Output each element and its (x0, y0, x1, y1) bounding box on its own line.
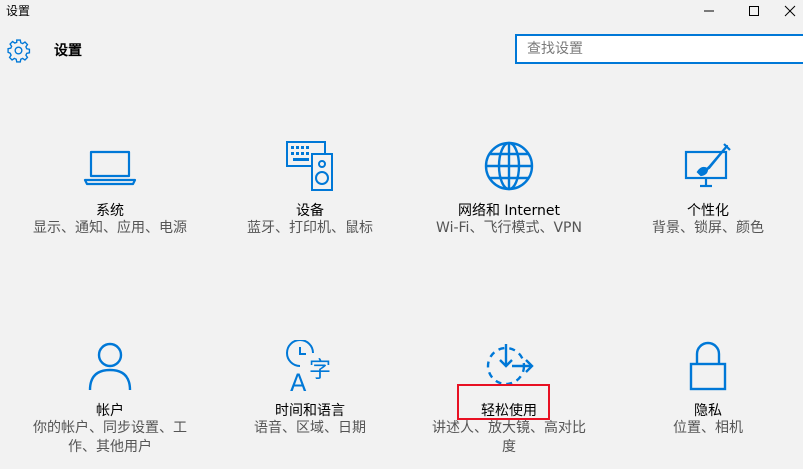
close-button[interactable] (776, 0, 803, 22)
devices-icon (286, 141, 333, 191)
globe-icon (484, 141, 534, 191)
tile-label: 个性化 (687, 203, 729, 219)
tile-time-language[interactable]: A 字 时间和语言 语音、区域、日期 (220, 340, 400, 460)
minimize-button[interactable] (686, 0, 731, 22)
tile-accounts[interactable]: 帐户 你的帐户、同步设置、工作、其他用户 (20, 340, 200, 460)
tile-label: 设备 (296, 203, 324, 219)
person-icon (88, 342, 132, 391)
tile-label: 系统 (96, 203, 124, 219)
page-title: 设置 (54, 43, 82, 59)
tile-description: 位置、相机 (673, 420, 743, 436)
svg-text:字: 字 (309, 358, 331, 383)
maximize-icon (748, 6, 759, 16)
tile-devices[interactable]: 设备 蓝牙、打印机、鼠标 (220, 140, 400, 260)
tile-label: 帐户 (96, 403, 124, 419)
tile-ease-of-access[interactable]: 轻松使用 讲述人、放大镜、高对比度 (419, 340, 599, 460)
tile-description: 语音、区域、日期 (254, 420, 366, 436)
personalization-icon (684, 143, 731, 188)
tile-network[interactable]: 网络和 Internet Wi-Fi、飞行模式、VPN (419, 140, 599, 260)
title-bar: 设置 (0, 0, 803, 22)
window-title: 设置 (6, 4, 31, 18)
tile-system[interactable]: 系统 显示、通知、应用、电源 (20, 140, 200, 260)
lock-icon (689, 341, 727, 391)
close-icon (784, 5, 795, 17)
tile-label: 轻松使用 (481, 403, 537, 419)
search-box[interactable] (515, 34, 803, 64)
tile-label: 网络和 Internet (457, 203, 561, 219)
minimize-icon (703, 10, 714, 12)
time-language-icon: A 字 (286, 340, 331, 394)
svg-text:A: A (290, 369, 307, 394)
tile-description: 显示、通知、应用、电源 (33, 220, 187, 236)
tile-privacy[interactable]: 隐私 位置、相机 (618, 340, 798, 460)
maximize-button[interactable] (731, 0, 776, 22)
tile-description: Wi-Fi、飞行模式、VPN (436, 220, 582, 236)
tile-description: 你的帐户、同步设置、工作、其他用户 (33, 420, 187, 455)
tile-label: 时间和语言 (275, 403, 345, 419)
tile-description: 背景、锁屏、颜色 (652, 220, 764, 236)
ease-of-access-icon (486, 344, 534, 386)
laptop-icon (83, 150, 137, 186)
tile-description: 蓝牙、打印机、鼠标 (247, 220, 373, 236)
gear-icon (7, 39, 31, 63)
tile-description: 讲述人、放大镜、高对比度 (432, 420, 586, 455)
search-input[interactable] (517, 36, 797, 62)
tile-label: 隐私 (694, 403, 722, 419)
tile-personalization[interactable]: 个性化 背景、锁屏、颜色 (618, 140, 798, 260)
